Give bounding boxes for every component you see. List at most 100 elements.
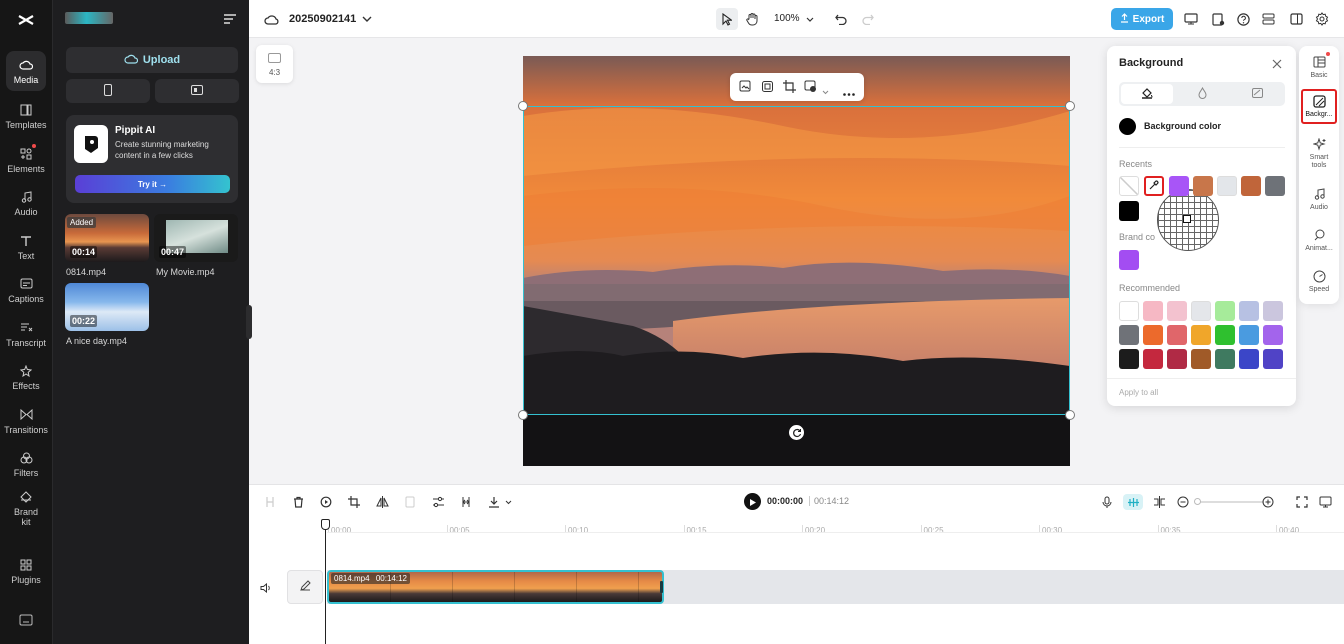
recommended-color-swatch[interactable] [1263,349,1283,369]
pointer-tool-icon[interactable] [716,8,738,30]
more-icon[interactable] [843,85,855,99]
zoom-slider[interactable] [1196,501,1264,503]
nav-item-transitions[interactable]: Transitions [0,401,52,441]
nav-item-captions[interactable]: Captions [0,270,52,310]
help-icon[interactable] [1233,9,1253,29]
brand-color-swatch[interactable] [1119,250,1139,270]
recent-color-swatch[interactable] [1241,176,1261,196]
undo-icon[interactable] [831,9,851,29]
media-item-0814[interactable]: Added 00:14 [65,214,149,262]
recommended-color-swatch[interactable] [1191,349,1211,369]
replace-icon[interactable] [739,80,752,96]
chevron-down-icon[interactable] [500,494,516,510]
replay-icon[interactable] [318,494,334,510]
record-upload-button[interactable] [155,79,239,103]
upload-button[interactable]: Upload [66,47,238,73]
nav-item-templates[interactable]: Templates [0,96,52,136]
recommended-color-swatch[interactable] [1119,349,1139,369]
share-review-icon[interactable] [1208,9,1228,29]
selection-box[interactable] [523,106,1070,415]
recommended-color-swatch[interactable] [1239,301,1259,321]
recent-color-swatch[interactable] [1265,176,1285,196]
rotate-handle-icon[interactable] [789,425,804,440]
recent-color-swatch[interactable] [1217,176,1237,196]
sort-icon[interactable] [223,13,237,25]
adjust-icon[interactable] [430,494,446,510]
present-icon[interactable] [1181,9,1201,29]
try-it-button[interactable]: Try it → [75,175,230,193]
recent-color-swatch[interactable] [1193,176,1213,196]
recommended-color-swatch[interactable] [1191,325,1211,345]
redo-icon[interactable] [858,9,878,29]
media-item-my-movie[interactable]: 00:47 [154,214,238,262]
storage-icon[interactable] [1258,9,1278,29]
aspect-ratio-button[interactable]: 4:3 [256,45,293,83]
recommended-color-swatch[interactable] [1239,349,1259,369]
zoom-slider-thumb[interactable] [1194,498,1201,505]
recommended-color-swatch[interactable] [1215,301,1235,321]
delete-icon[interactable] [290,494,306,510]
nav-item-filters[interactable]: Filters [0,444,52,484]
layout-panel-icon[interactable] [1286,9,1306,29]
playhead[interactable] [325,520,326,644]
resize-handle[interactable] [518,410,528,420]
nav-item-brand-kit[interactable]: Brand kit [0,488,52,528]
recommended-color-swatch[interactable] [1239,325,1259,345]
rail-item-smart-tools[interactable]: Smart tools [1299,136,1339,170]
recent-color-swatch[interactable] [1119,201,1139,221]
crop-icon[interactable] [783,80,796,96]
resize-handle[interactable] [518,101,528,111]
export-button[interactable]: Export [1111,8,1173,30]
recommended-color-swatch[interactable] [1143,301,1163,321]
project-title[interactable]: 20250902141 [289,13,356,25]
recommended-color-swatch[interactable] [1119,325,1139,345]
rail-item-basic[interactable]: Basic [1299,54,1339,80]
recommended-color-swatch[interactable] [1215,349,1235,369]
cover-edit-button[interactable] [287,570,323,604]
nav-item-media[interactable]: Media [6,51,46,91]
bg-color-dot[interactable] [1119,118,1136,135]
nav-item-text[interactable]: Text [0,227,52,267]
nav-item-audio[interactable]: Audio [0,183,52,223]
freeze-icon[interactable] [402,494,418,510]
recommended-color-swatch[interactable] [1167,349,1187,369]
chevron-down-icon[interactable] [822,84,829,98]
nav-item-transcript[interactable]: Transcript [0,314,52,354]
panel-collapse-handle[interactable] [246,305,252,339]
mobile-upload-button[interactable] [66,79,150,103]
recommended-color-swatch[interactable] [1167,301,1187,321]
tab-blur[interactable] [1176,84,1228,104]
clip-trim-handle-right[interactable] [660,581,663,593]
keyboard-shortcuts-icon[interactable] [19,614,33,629]
tab-image[interactable] [1231,84,1283,104]
rail-item-audio[interactable]: Audio [1299,186,1339,212]
recent-color-swatch[interactable] [1169,176,1189,196]
zoom-chevron-icon[interactable] [800,9,820,29]
playhead-handle[interactable] [321,519,330,530]
video-clip[interactable]: 0814.mp4 00:14:12 [327,570,664,604]
zoom-level[interactable]: 100% [774,13,800,24]
nav-item-elements[interactable]: Elements [0,140,52,180]
recommended-color-swatch[interactable] [1167,325,1187,345]
apply-to-all-button[interactable]: Apply to all [1119,388,1158,397]
microphone-icon[interactable] [1099,494,1115,510]
zoom-in-icon[interactable] [1260,494,1276,510]
rail-item-animation[interactable]: Animat... [1299,227,1339,253]
track-audio-toggle[interactable] [260,582,272,596]
close-icon[interactable] [1272,58,1282,72]
crop-icon[interactable] [346,494,362,510]
resize-handle[interactable] [1065,410,1075,420]
recommended-color-swatch[interactable] [1215,325,1235,345]
recommended-color-swatch[interactable] [1143,349,1163,369]
recommended-color-swatch[interactable] [1263,325,1283,345]
recommended-color-swatch[interactable] [1263,301,1283,321]
recommended-color-swatch[interactable] [1191,301,1211,321]
zoom-out-icon[interactable] [1175,494,1191,510]
chevron-down-icon[interactable] [357,9,377,29]
media-item-nice-day[interactable]: 00:22 [65,283,149,331]
play-button[interactable] [744,493,761,510]
hand-tool-icon[interactable] [742,9,762,29]
trim-icon[interactable] [458,494,474,510]
recommended-color-swatch[interactable] [1119,301,1139,321]
resize-handle[interactable] [1065,101,1075,111]
